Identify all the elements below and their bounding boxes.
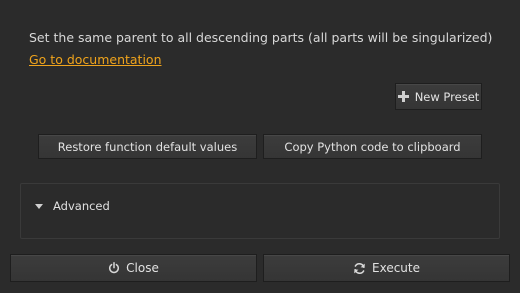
restore-defaults-button[interactable]: Restore function default values <box>38 134 257 159</box>
documentation-link[interactable]: Go to documentation <box>29 52 162 67</box>
copy-python-code-label: Copy Python code to clipboard <box>284 139 461 154</box>
description-text: Set the same parent to all descending pa… <box>29 30 493 45</box>
plus-icon <box>397 91 409 102</box>
new-preset-button[interactable]: New Preset <box>395 83 482 110</box>
triangle-down-icon <box>35 203 43 209</box>
advanced-section: Advanced <box>20 183 500 239</box>
advanced-toggle[interactable]: Advanced <box>35 199 110 213</box>
execute-label: Execute <box>372 261 420 275</box>
close-label: Close <box>126 261 159 275</box>
copy-python-code-button[interactable]: Copy Python code to clipboard <box>263 134 482 159</box>
execute-button[interactable]: Execute <box>263 254 510 282</box>
restore-defaults-label: Restore function default values <box>57 139 238 154</box>
new-preset-label: New Preset <box>414 89 480 104</box>
refresh-icon <box>353 262 366 275</box>
power-icon <box>108 262 120 274</box>
close-button[interactable]: Close <box>10 254 257 282</box>
advanced-label: Advanced <box>53 199 110 213</box>
